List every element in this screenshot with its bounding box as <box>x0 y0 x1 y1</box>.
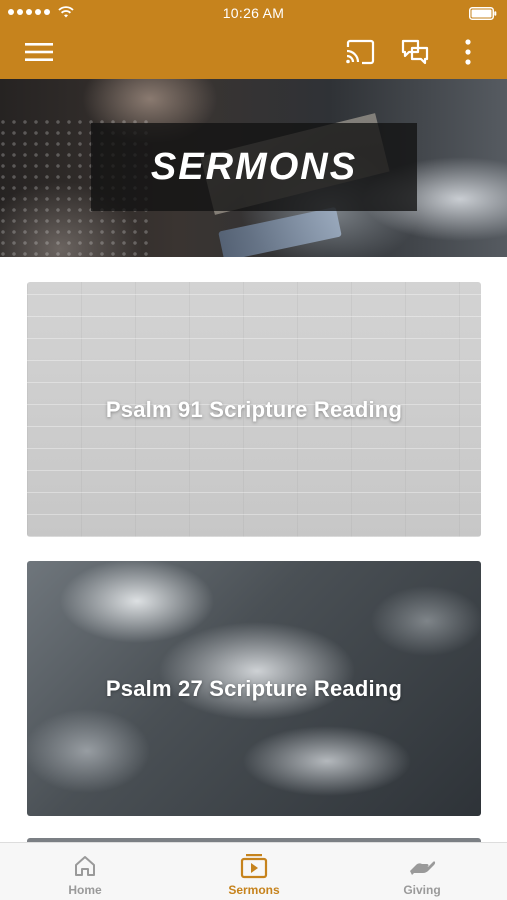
nav-item-sermons[interactable]: Sermons <box>194 843 314 900</box>
sermon-card-title: Psalm 91 Scripture Reading <box>105 396 403 422</box>
status-bar: 10:26 AM <box>0 0 507 26</box>
more-vertical-icon[interactable] <box>452 36 484 68</box>
cast-icon[interactable] <box>344 36 376 68</box>
nav-item-home[interactable]: Home <box>25 843 145 900</box>
hamburger-menu-icon[interactable] <box>23 36 55 68</box>
chat-icon[interactable] <box>399 36 431 68</box>
battery-icon <box>469 7 497 20</box>
hero-title-box: SERMONS <box>91 123 417 211</box>
status-time: 10:26 AM <box>222 5 285 21</box>
home-icon <box>73 853 97 879</box>
app-bar <box>0 26 507 79</box>
sermon-card-title: Psalm 27 Scripture Reading <box>105 675 403 701</box>
sermon-card[interactable]: Psalm 91 Scripture Reading <box>27 282 481 537</box>
hero-photo-phone <box>218 206 342 257</box>
nav-label-home: Home <box>68 883 102 897</box>
nav-item-giving[interactable]: Giving <box>362 843 482 900</box>
nav-label-giving: Giving <box>403 883 441 897</box>
sermons-play-icon <box>240 853 268 879</box>
sermon-card[interactable]: Psalm 27 Scripture Reading <box>27 561 481 816</box>
nav-label-sermons: Sermons <box>228 883 280 897</box>
bottom-nav: Home Sermons Giving <box>0 842 507 900</box>
giving-hand-icon <box>408 853 436 879</box>
sermons-hero-banner: SERMONS <box>0 79 507 257</box>
page-title: SERMONS <box>150 145 358 188</box>
